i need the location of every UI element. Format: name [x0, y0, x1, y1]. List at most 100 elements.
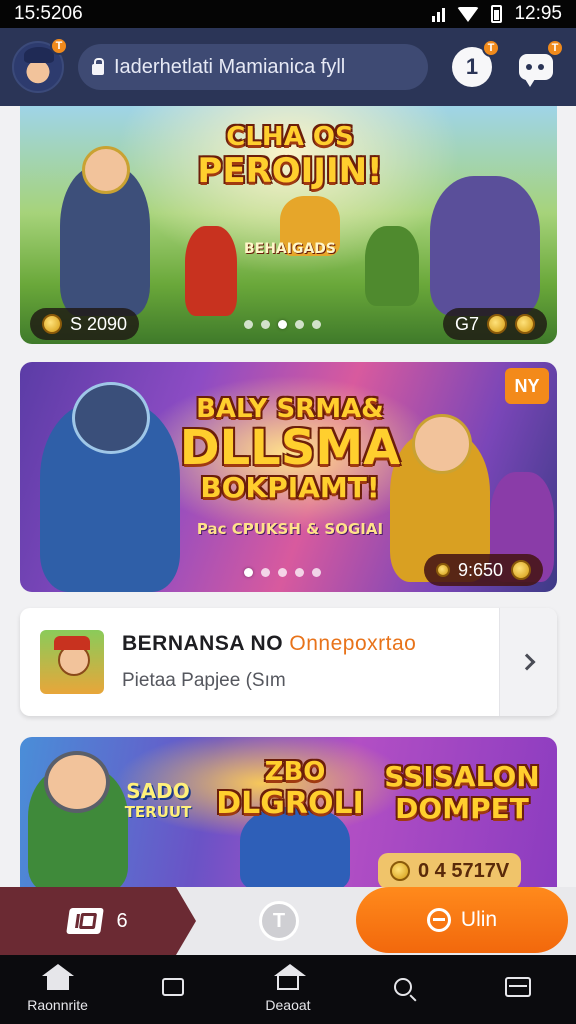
card-chevron-button[interactable]	[499, 608, 557, 716]
carousel-dot[interactable]	[312, 320, 321, 329]
home-icon	[41, 963, 74, 990]
bottom-nav: Raonnrite Deaoat	[0, 955, 576, 1024]
card-title-main: BERNANSA NO	[122, 632, 284, 655]
action-bar: 6 T Ulin	[0, 887, 576, 955]
chevron-right-icon	[518, 653, 535, 671]
chat-icon	[519, 54, 553, 87]
nav-item-deposit[interactable]: Deaoat	[243, 963, 333, 1013]
status-bar: 15:5206 12:95	[0, 0, 576, 28]
banner-1-title-line1: CLHA OS	[226, 122, 354, 152]
ticket-count: 6	[116, 909, 128, 932]
nav-label: Deaoat	[265, 996, 311, 1013]
square-icon	[161, 977, 184, 996]
search-icon	[394, 977, 413, 996]
new-badge: NY	[505, 368, 549, 404]
carousel-dots[interactable]	[244, 568, 321, 577]
nav-item-square[interactable]	[128, 975, 218, 1005]
join-button[interactable]: Ulin	[356, 887, 568, 953]
minus-circle-icon	[426, 908, 451, 932]
gem-count: G7	[454, 313, 479, 334]
coin-icon	[511, 560, 531, 580]
chat-badge: T	[546, 39, 564, 57]
promo-banner-1[interactable]: CLHA OS PEROIJIN! BEHAIGADS S 2090 G7	[20, 106, 557, 344]
banner-3-left-text-2: TERUUT	[124, 803, 192, 821]
banner-3-right-text-1: SSISALON	[384, 760, 540, 793]
coin-icon	[390, 861, 410, 881]
notification-badge: T	[482, 39, 500, 57]
ticket-icon	[66, 908, 105, 934]
chat-button[interactable]: T	[516, 39, 564, 87]
carousel-dot-active[interactable]	[278, 320, 287, 329]
search-text: Iaderhetlati Mamianica fyll	[114, 55, 346, 78]
event-card[interactable]: BERNANSA NO Onnepoxrtao Pietaa Papjee (S…	[20, 608, 557, 716]
notification-button[interactable]: 1 T	[452, 39, 500, 87]
banner-3-right-text-2: DOMPET	[395, 792, 529, 825]
nav-item-search[interactable]	[358, 975, 448, 1005]
knight-helmet	[72, 382, 150, 454]
coin-value: S 2090	[70, 313, 128, 334]
gem-counter: G7	[442, 308, 547, 340]
banner-3-center-text-2: DLGROLI	[216, 786, 364, 821]
signal-icon	[432, 6, 446, 22]
carousel-dot[interactable]	[261, 568, 270, 577]
carousel-dot-active[interactable]	[244, 568, 253, 577]
banner-1-title-line2: PEROIJIN!	[197, 151, 383, 191]
banner-3-center-text-1: ZBO	[264, 757, 326, 787]
menu-icon	[505, 976, 532, 997]
spark-icon	[435, 563, 450, 577]
banner-1-subtitle: BEHAIGADS	[243, 241, 337, 257]
avatar-badge: T	[50, 37, 68, 55]
timer-label: T	[272, 909, 286, 932]
join-label: Ulin	[460, 908, 498, 931]
timer-button[interactable]: T	[259, 901, 299, 941]
card-thumbnail	[40, 630, 104, 694]
status-time: 15:5206	[14, 3, 83, 24]
hero-head	[82, 146, 130, 194]
banner-3-left-text-1: SADO	[126, 779, 190, 803]
promo-banner-2[interactable]: NY BALY SRMA& DLLSMA BOKPIAMT! Pac CPUKS…	[20, 362, 557, 592]
app-header: T Iaderhetlati Mamianica fyll 1 T T	[0, 28, 576, 106]
carousel-dot[interactable]	[261, 320, 270, 329]
ticket-button[interactable]: 6	[0, 887, 196, 955]
viking-head	[44, 751, 110, 813]
carousel-dot[interactable]	[278, 568, 287, 577]
battery-icon	[491, 5, 503, 23]
coin-balance: 0 4 5717V	[378, 853, 522, 889]
home-outline-icon	[273, 963, 306, 990]
carousel-dot[interactable]	[295, 568, 304, 577]
carousel-dot[interactable]	[312, 568, 321, 577]
coin-icon	[42, 314, 62, 334]
nav-label: Raonnrite	[27, 996, 88, 1013]
carousel-dot[interactable]	[295, 320, 304, 329]
gear-icon	[515, 314, 535, 334]
lock-icon	[92, 58, 104, 75]
nav-item-menu[interactable]	[473, 975, 563, 1005]
carousel-dots[interactable]	[244, 320, 321, 329]
gem-icon	[487, 314, 507, 334]
card-text: BERNANSA NO Onnepoxrtao Pietaa Papjee (S…	[122, 632, 499, 692]
nav-item-home[interactable]: Raonnrite	[13, 963, 103, 1013]
coin-balance: S 2090	[30, 308, 140, 340]
coin-value: 0 4 5717V	[418, 859, 510, 882]
banner-2-title-line2: DLLSMA	[179, 420, 401, 476]
monster-figure	[430, 176, 540, 316]
notification-label: 1	[465, 54, 479, 79]
card-title: BERNANSA NO Onnepoxrtao	[122, 632, 499, 656]
green-figure	[365, 226, 419, 306]
red-figure	[185, 226, 237, 316]
status-icons: 12:95	[432, 3, 562, 25]
wifi-icon	[457, 6, 480, 22]
avatar[interactable]: T	[12, 37, 68, 93]
banner-2-title-line1: BALY SRMA&	[196, 394, 384, 424]
banner-2-subtitle: Pac CPUKSH & SOGIAI	[196, 520, 384, 538]
status-clock: 12:95	[514, 3, 562, 24]
search-input[interactable]: Iaderhetlati Mamianica fyll	[78, 44, 428, 90]
banner-2-title-line3: BOKPIAMT!	[200, 471, 380, 504]
carousel-dot[interactable]	[244, 320, 253, 329]
coin-value: 9:650	[457, 559, 503, 580]
card-subtitle: Pietaa Papjee (Sım	[122, 670, 286, 691]
card-title-accent: Onnepoxrtao	[289, 632, 417, 655]
promo-banner-3[interactable]: SADO TERUUT ZBO DLGROLI SSISALON DOMPET …	[20, 737, 557, 892]
coin-balance: 9:650	[423, 554, 543, 586]
golden-warrior-head	[412, 414, 472, 474]
